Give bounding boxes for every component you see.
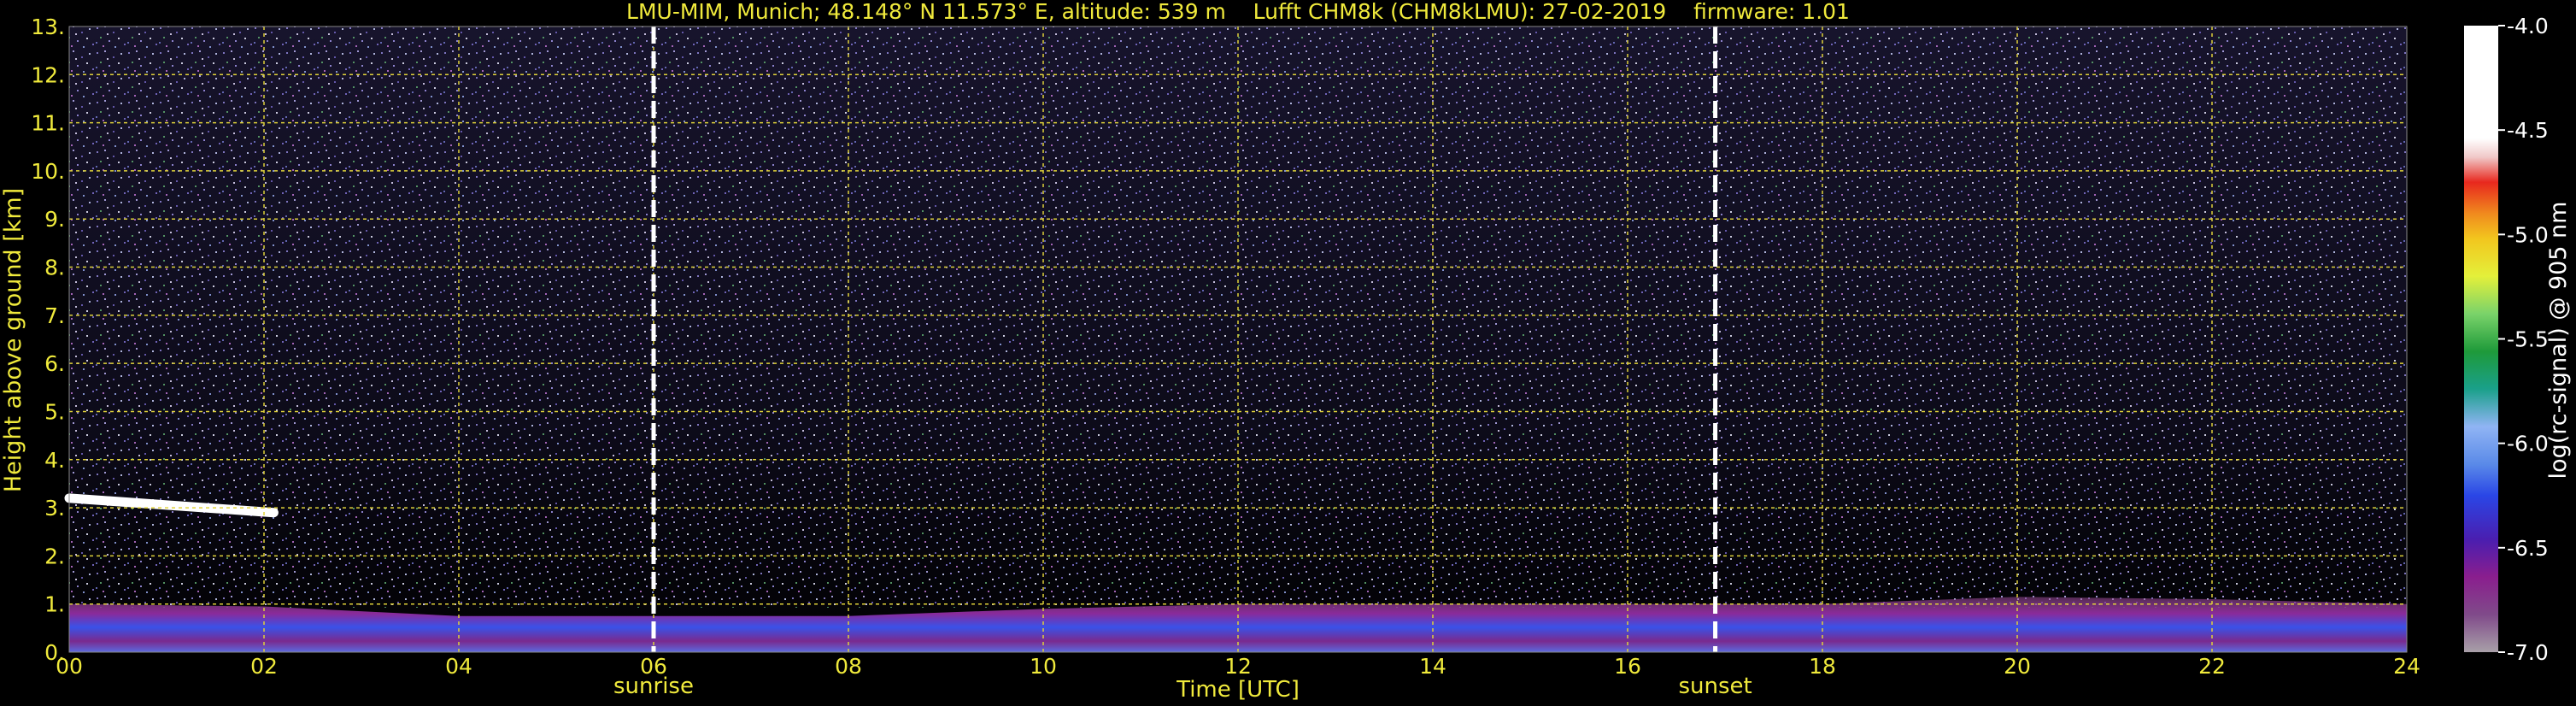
x-tick-label: 24 (2393, 654, 2421, 679)
x-tick-label: 16 (1614, 654, 1641, 679)
y-tick-label: 11. (31, 111, 65, 136)
colorbar-ticks: -4.0 -4.5 -5.0 -5.5 -6.0 -6.5 -7.0 (2498, 14, 2549, 665)
y-tick-label: 13. (31, 15, 65, 39)
y-axis-ticks: 0. 1. 2. 3. 4. 5. 6. 7. 8. 9. 10. 11. 12. 13. (31, 15, 65, 665)
colorbar-tick-label: -7.0 (2507, 640, 2549, 665)
x-axis-ticks: 00 02 04 06 08 10 12 14 16 18 20 22 24 (56, 654, 2421, 679)
x-tick-label: 08 (835, 654, 862, 679)
x-tick-label: 12 (1224, 654, 1252, 679)
y-tick-label: 7. (44, 303, 65, 328)
x-tick-label: 02 (250, 654, 278, 679)
y-tick-label: 6. (44, 351, 65, 376)
y-tick-label: 9. (44, 207, 65, 232)
colorbar-gradient (2464, 26, 2498, 652)
x-tick-label: 14 (1419, 654, 1446, 679)
colorbar-tick-label: -5.5 (2507, 327, 2549, 352)
y-tick-label: 4. (44, 448, 65, 473)
x-tick-label: 20 (2004, 654, 2031, 679)
x-tick-label: 10 (1030, 654, 1057, 679)
plot-area (64, 26, 2407, 652)
colorbar-tick-label: -4.5 (2507, 118, 2549, 143)
annotation-sunset: sunset (1678, 674, 1752, 699)
colorbar-label: log(rc-signal) @ 905 nm (2545, 202, 2572, 479)
colorbar-tick-label: -6.5 (2507, 536, 2549, 561)
y-tick-label: 5. (44, 399, 65, 424)
colorbar: -4.0 -4.5 -5.0 -5.5 -6.0 -6.5 -7.0 log(rc-sign… (2464, 14, 2572, 665)
x-tick-label: 18 (1809, 654, 1836, 679)
x-tick-label: 22 (2198, 654, 2226, 679)
y-tick-label: 2. (44, 544, 65, 568)
annotation-sunrise: sunrise (613, 674, 694, 699)
colorbar-tick-label: -6.0 (2507, 432, 2549, 456)
y-axis-label: Height above ground [km] (0, 188, 26, 492)
colorbar-tick-label: -4.0 (2507, 14, 2549, 38)
y-tick-label: 10. (31, 159, 65, 184)
ceilometer-chart: 00 02 04 06 08 10 12 14 16 18 20 22 24 0.1.2.3.4.5.6… (0, 0, 2572, 703)
x-axis-label: Time [UTC] (1176, 677, 1300, 703)
y-tick-label: 1. (44, 592, 65, 617)
x-tick-label: 04 (445, 654, 472, 679)
y-tick-label: 3. (44, 496, 65, 521)
y-tick-label: 8. (44, 256, 65, 280)
y-tick-label: 12. (31, 62, 65, 87)
y-tick-label: 0. (44, 640, 65, 665)
colorbar-tick-label: -5.0 (2507, 222, 2549, 247)
chart-title: LMU-MIM, Munich; 48.148° N 11.573° E, al… (626, 0, 1850, 24)
